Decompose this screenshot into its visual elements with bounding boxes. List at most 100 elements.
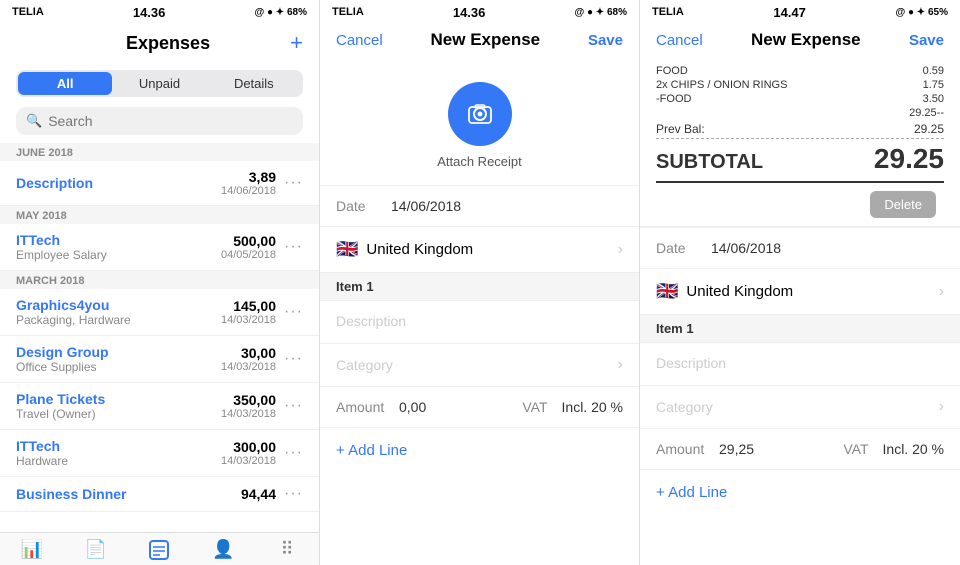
time-2: 14.36 — [453, 5, 486, 20]
search-icon: 🔍 — [26, 113, 42, 129]
description-placeholder: Description — [336, 313, 406, 329]
receipt-line-2: 2x CHIPS / ONION RINGS 1.75 — [656, 78, 944, 92]
item-amount: 30,00 — [221, 345, 276, 361]
date-value: 14/06/2018 — [391, 198, 623, 214]
country-name: United Kingdom — [366, 241, 609, 258]
item-amount: 350,00 — [221, 392, 276, 408]
receipt-desc-2: 2x CHIPS / ONION RINGS — [656, 79, 787, 91]
description-placeholder-3: Description — [656, 355, 726, 371]
list-item[interactable]: Description 3,89 14/06/2018 ··· — [0, 161, 319, 206]
country-row-3[interactable]: 🇬🇧 United Kingdom › — [640, 269, 960, 315]
receipt-amt-4: 29.25-- — [909, 107, 944, 119]
country-flag: 🇬🇧 — [336, 239, 358, 260]
item-date: 14/03/2018 — [221, 408, 276, 420]
tab-bar: 📊 📄 👤 ⠿ — [0, 532, 319, 565]
section-june-2018: JUNE 2018 — [0, 143, 319, 161]
receipt-desc-3: -FOOD — [656, 93, 691, 105]
list-item[interactable]: ITTech Employee Salary 500,00 04/05/2018… — [0, 224, 319, 271]
item-title: ITTech — [16, 438, 68, 454]
item-menu-button[interactable]: ··· — [284, 485, 303, 503]
add-line-button-3[interactable]: + Add Line — [640, 470, 960, 515]
save-button[interactable]: Save — [588, 32, 623, 49]
date-value-3: 14/06/2018 — [711, 240, 944, 256]
description-row[interactable]: Description — [320, 301, 639, 344]
list-item[interactable]: Plane Tickets Travel (Owner) 350,00 14/0… — [0, 383, 319, 430]
category-placeholder-3: Category — [656, 399, 939, 415]
tab-chart[interactable]: 📊 — [0, 539, 64, 561]
chevron-right-icon-3: › — [939, 283, 944, 301]
search-bar[interactable]: 🔍 — [16, 107, 303, 135]
status-icons-1: @ ● ✦ 68% — [254, 7, 307, 18]
cancel-button-3[interactable]: Cancel — [656, 32, 703, 49]
save-button-3[interactable]: Save — [909, 32, 944, 49]
country-row[interactable]: 🇬🇧 United Kingdom › — [320, 227, 639, 273]
item-menu-button[interactable]: ··· — [284, 350, 303, 368]
item-menu-button[interactable]: ··· — [284, 174, 303, 192]
list-item[interactable]: Design Group Office Supplies 30,00 14/03… — [0, 336, 319, 383]
time-1: 14.36 — [133, 5, 166, 20]
subtotal-value: 29.25 — [874, 143, 944, 175]
vat-value[interactable]: Incl. 20 % — [562, 399, 623, 415]
delete-button[interactable]: Delete — [870, 191, 936, 218]
segment-unpaid[interactable]: Unpaid — [112, 72, 206, 95]
cancel-button[interactable]: Cancel — [336, 32, 383, 49]
item-date: 14/03/2018 — [221, 455, 276, 467]
prev-bal-value: 29.25 — [914, 122, 944, 136]
vat-label-3: VAT — [843, 441, 868, 457]
section-may-2018: MAY 2018 — [0, 206, 319, 224]
category-row-3[interactable]: Category › — [640, 386, 960, 429]
date-row-3: Date 14/06/2018 — [640, 227, 960, 269]
date-label: Date — [336, 198, 391, 214]
category-row[interactable]: Category › — [320, 344, 639, 387]
vat-label: VAT — [522, 399, 547, 415]
attach-receipt-button[interactable] — [448, 82, 512, 146]
item-sub: Travel (Owner) — [16, 407, 105, 421]
amount-label-3: Amount — [656, 441, 711, 457]
description-row-3[interactable]: Description — [640, 343, 960, 386]
chevron-right-icon: › — [618, 241, 623, 259]
add-line-button[interactable]: + Add Line — [320, 428, 639, 473]
search-input[interactable] — [48, 113, 293, 129]
receipt-amt-1: 0.59 — [923, 65, 944, 77]
item-menu-button[interactable]: ··· — [284, 397, 303, 415]
expenses-list: JUNE 2018 Description 3,89 14/06/2018 ··… — [0, 143, 319, 532]
segment-all[interactable]: All — [18, 72, 112, 95]
tab-more[interactable]: ⠿ — [255, 539, 319, 561]
new-expense-title-3: New Expense — [751, 30, 861, 50]
chevron-right-icon: › — [618, 356, 623, 374]
page-title: Expenses — [126, 33, 210, 54]
item-amount: 300,00 — [221, 439, 276, 455]
chevron-right-icon-cat-3: › — [939, 398, 944, 416]
receipt-amt-3: 3.50 — [923, 93, 944, 105]
tab-document[interactable]: 📄 — [64, 539, 128, 561]
item-sub: Packaging, Hardware — [16, 313, 131, 327]
item-title: Plane Tickets — [16, 391, 105, 407]
item-menu-button[interactable]: ··· — [284, 238, 303, 256]
amount-value-3[interactable]: 29,25 — [719, 441, 835, 457]
new-expense-title: New Expense — [431, 30, 541, 50]
list-item[interactable]: Business Dinner 94,44 ··· — [0, 477, 319, 512]
status-bar-2: TELIA 14.36 @ ● ✦ 68% — [320, 0, 639, 22]
list-item[interactable]: Graphics4you Packaging, Hardware 145,00 … — [0, 289, 319, 336]
tab-person[interactable]: 👤 — [191, 539, 255, 561]
country-name-3: United Kingdom — [686, 283, 930, 300]
prev-bal-label: Prev Bal: — [656, 122, 705, 136]
item-menu-button[interactable]: ··· — [284, 444, 303, 462]
receipt-amt-2: 1.75 — [923, 79, 944, 91]
tab-expenses[interactable] — [128, 539, 192, 561]
status-bar-3: TELIA 14.47 @ ● ✦ 65% — [640, 0, 960, 22]
list-item[interactable]: ITTech Hardware 300,00 14/03/2018 ··· — [0, 430, 319, 477]
amount-value[interactable]: 0,00 — [399, 399, 514, 415]
item-amount: 500,00 — [221, 233, 276, 249]
amount-row-3: Amount 29,25 VAT Incl. 20 % — [640, 429, 960, 470]
vat-value-3[interactable]: Incl. 20 % — [883, 441, 944, 457]
receipt-line-3: -FOOD 3.50 — [656, 92, 944, 106]
item-sub: Employee Salary — [16, 248, 107, 262]
item-sub: Office Supplies — [16, 360, 109, 374]
item-menu-button[interactable]: ··· — [284, 303, 303, 321]
segment-details[interactable]: Details — [207, 72, 301, 95]
item-date: 04/05/2018 — [221, 249, 276, 261]
country-flag-3: 🇬🇧 — [656, 281, 678, 302]
add-expense-button[interactable]: + — [290, 30, 303, 56]
section-march-2018: MARCH 2018 — [0, 271, 319, 289]
